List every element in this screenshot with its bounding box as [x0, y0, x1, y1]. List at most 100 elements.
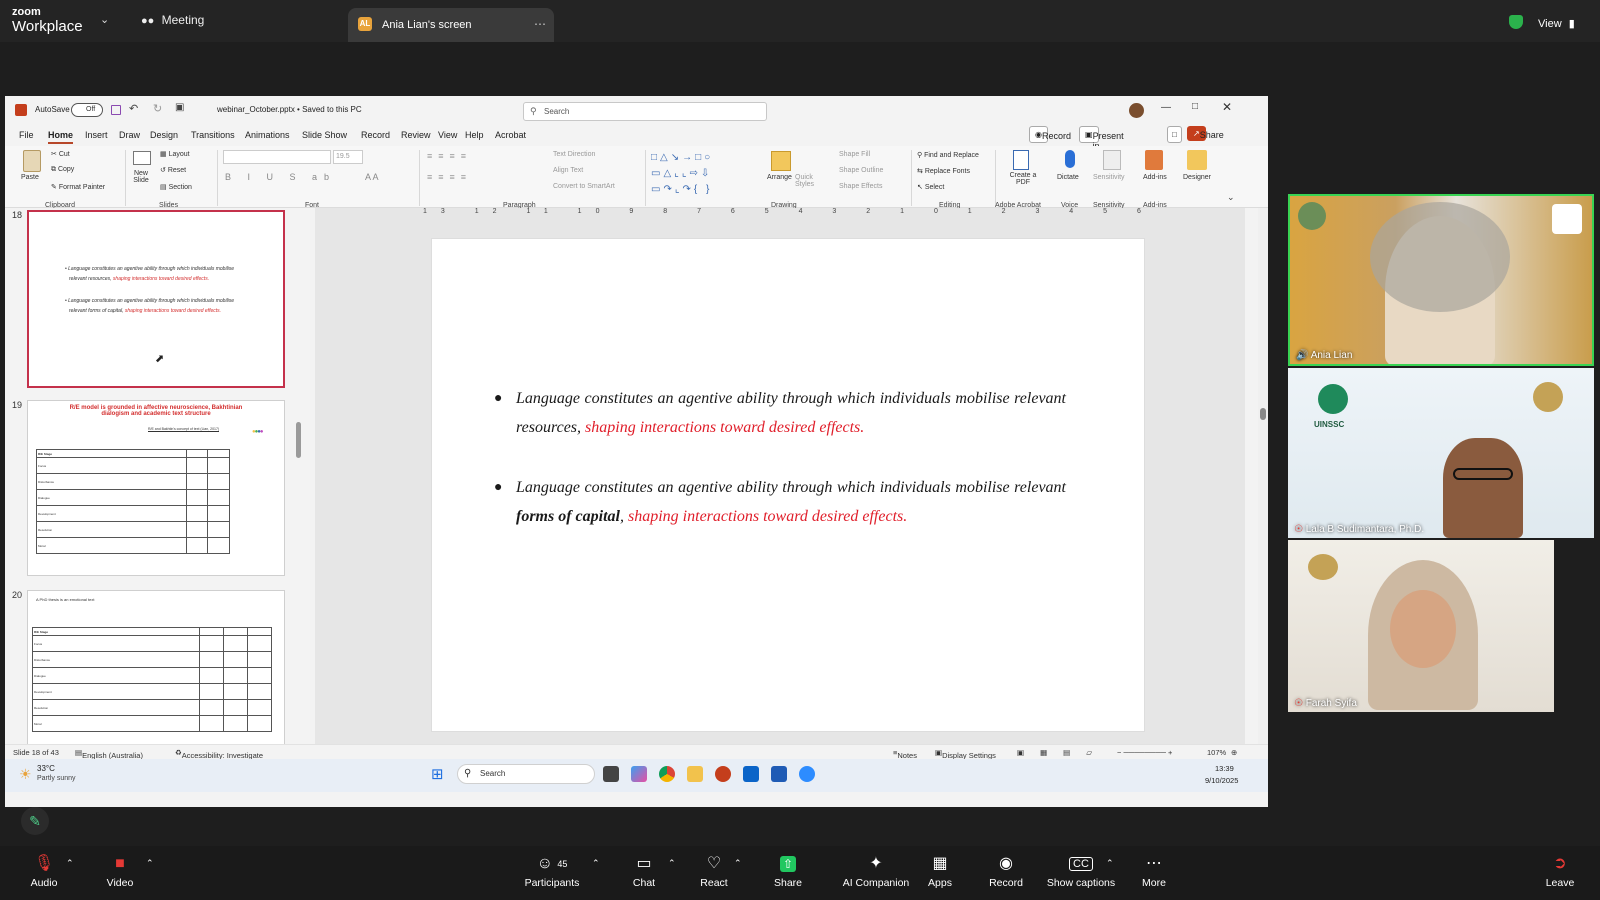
tab-view[interactable]: View — [438, 130, 457, 140]
slide-bullet-1[interactable]: ● Language constitutes an agentive abili… — [494, 384, 1066, 442]
align-icons[interactable]: ≡≡≡≡ — [427, 172, 472, 182]
paste-button[interactable]: Paste — [21, 174, 39, 181]
tab-acrobat[interactable]: Acrobat — [495, 130, 526, 140]
tab-design[interactable]: Design — [150, 130, 178, 140]
copy-button[interactable]: ⧉ Copy — [51, 166, 74, 174]
taskbar-search[interactable]: ⚲ Search — [457, 764, 595, 784]
thumbnail-scrollbar[interactable] — [296, 422, 301, 458]
more-button[interactable]: ⋯ More — [1114, 846, 1194, 889]
audio-options-chevron[interactable]: ⌃ — [66, 858, 74, 869]
align-text-button[interactable]: Align Text — [553, 167, 583, 174]
fit-slide-icon[interactable]: ⊕ — [1231, 748, 1237, 757]
file-name[interactable]: webinar_October.pptx • Saved to this PC — [217, 105, 362, 114]
addins-icon[interactable] — [1145, 150, 1163, 170]
replace-fonts-button[interactable]: ⇆ Replace Fonts — [917, 167, 970, 175]
language-status[interactable]: ▤ English (Australia) — [75, 748, 143, 760]
view-mode-icons[interactable]: ▣▦▤▱ — [1017, 748, 1108, 757]
select-button[interactable]: ↖ Select — [917, 183, 944, 191]
tab-record[interactable]: Record — [361, 130, 390, 140]
sensitivity-icon[interactable] — [1103, 150, 1121, 170]
leave-button[interactable]: ➲ Leave — [1520, 846, 1600, 889]
tab-transitions[interactable]: Transitions — [191, 130, 235, 140]
chrome-icon[interactable] — [659, 766, 675, 782]
designer-icon[interactable] — [1187, 150, 1207, 170]
cut-button[interactable]: ✂ Cut — [51, 150, 70, 158]
section-button[interactable]: ▤ Section — [160, 183, 192, 191]
tab-file[interactable]: File — [19, 130, 34, 140]
font-format-icons[interactable]: B I U S ab — [225, 172, 336, 182]
font-color-icons[interactable]: A A — [365, 172, 379, 182]
scroll-thumb[interactable] — [1260, 408, 1266, 420]
word-icon[interactable] — [771, 766, 787, 782]
slide-thumbnail-18[interactable]: • Language constitutes an agentive abili… — [27, 210, 285, 388]
autosave-toggle[interactable]: Off — [71, 103, 103, 117]
display-settings-button[interactable]: ▣ Display Settings — [935, 748, 996, 760]
zoom-level[interactable]: 107% — [1207, 748, 1226, 757]
dictate-button[interactable]: Dictate — [1057, 174, 1079, 181]
format-painter-button[interactable]: ✎ Format Painter — [51, 183, 105, 191]
react-button[interactable]: ♡ React — [674, 846, 754, 889]
tab-home[interactable]: Home — [48, 130, 74, 144]
microphone-icon[interactable] — [1065, 150, 1075, 168]
present-icon[interactable]: ▣ — [175, 102, 184, 113]
share-button[interactable]: ↗ Share — [1187, 126, 1224, 141]
zoom-slider[interactable]: − ──────── + — [1117, 748, 1172, 757]
paste-icon[interactable] — [23, 150, 41, 172]
bullets-icons[interactable]: ≡≡≡≡ — [427, 151, 472, 161]
powerpoint-taskbar-icon[interactable] — [715, 766, 731, 782]
shape-effects-button[interactable]: Shape Effects — [839, 183, 882, 190]
account-avatar[interactable] — [1129, 103, 1144, 118]
shapes-gallery[interactable]: □△↘→□○ ▭△⌞⌞⇨⇩ ▭↷⌞↷{ } — [651, 150, 755, 198]
participants-button[interactable]: ☺ 45 Participants — [512, 846, 592, 889]
share-screen-button[interactable]: ⇧ Share — [748, 846, 828, 889]
find-replace-button[interactable]: ⚲ Find and Replace — [917, 151, 979, 159]
sensitivity-button[interactable]: Sensitivity — [1093, 174, 1125, 181]
arrange-icon[interactable] — [771, 151, 791, 171]
react-options-chevron[interactable]: ⌃ — [734, 858, 742, 869]
annotate-pen-icon[interactable]: ✎ — [21, 807, 49, 835]
new-slide-icon[interactable] — [133, 151, 151, 165]
accessibility-status[interactable]: ♻ Accessibility: Investigate — [175, 748, 263, 760]
arrange-button[interactable]: Arrange — [767, 174, 792, 181]
tab-help[interactable]: Help — [465, 130, 484, 140]
shield-icon[interactable] — [1509, 15, 1523, 29]
font-size-box[interactable]: 19.5 — [333, 150, 363, 164]
maximize-icon[interactable]: □ — [1192, 101, 1198, 112]
shape-fill-button[interactable]: Shape Fill — [839, 151, 870, 158]
more-icon[interactable]: ⋯ — [534, 17, 546, 31]
slide-bullet-2[interactable]: ● Language constitutes an agentive abili… — [494, 473, 1066, 531]
meeting-menu[interactable]: ●● Meeting — [141, 13, 204, 27]
windows-start-icon[interactable]: ⊞ — [431, 765, 444, 783]
zoom-app-icon[interactable] — [799, 766, 815, 782]
view-button[interactable]: View ▮ — [1538, 17, 1575, 30]
copilot-icon[interactable] — [631, 766, 647, 782]
notes-button[interactable]: ≡ Notes — [893, 748, 917, 760]
record-meeting-button[interactable]: ◉ Record — [966, 846, 1046, 889]
video-options-chevron[interactable]: ⌃ — [146, 858, 154, 869]
participant-video-3[interactable]: ☉ Farah Syifa — [1288, 540, 1554, 712]
share-tab[interactable]: AL Ania Lian's screen ⋯ — [348, 8, 554, 42]
close-icon[interactable]: ✕ — [1222, 100, 1232, 114]
participant-video-2[interactable]: UINSSC ☉ Lala B Sudimantara, Ph.D. — [1288, 368, 1594, 538]
quick-styles-button[interactable]: Quick Styles — [795, 174, 817, 188]
current-slide[interactable]: ● Language constitutes an agentive abili… — [431, 238, 1145, 732]
reset-button[interactable]: ↺ Reset — [160, 166, 186, 174]
layout-button[interactable]: ▦ Layout — [160, 150, 190, 158]
minimize-icon[interactable]: — — [1161, 102, 1171, 113]
save-icon[interactable] — [111, 105, 121, 115]
chevron-down-icon[interactable]: ⌄ — [100, 13, 109, 26]
font-name-box[interactable] — [223, 150, 331, 164]
comments-icon[interactable]: □ — [1167, 126, 1182, 143]
task-view-icon[interactable] — [603, 766, 619, 782]
new-slide-button[interactable]: New Slide — [129, 170, 153, 184]
captions-options-chevron[interactable]: ⌃ — [1106, 858, 1114, 869]
tab-insert[interactable]: Insert — [85, 130, 108, 140]
outlook-icon[interactable] — [743, 766, 759, 782]
designer-button[interactable]: Designer — [1183, 174, 1211, 181]
file-explorer-icon[interactable] — [687, 766, 703, 782]
slide-thumbnail-20[interactable]: A PhD thesis is an emotional text R/E St… — [27, 590, 285, 750]
search-box[interactable]: ⚲ Search — [523, 102, 767, 121]
tab-animations[interactable]: Animations — [245, 130, 290, 140]
tab-review[interactable]: Review — [401, 130, 431, 140]
slide-thumbnail-19[interactable]: R/E model is grounded in affective neuro… — [27, 400, 285, 576]
